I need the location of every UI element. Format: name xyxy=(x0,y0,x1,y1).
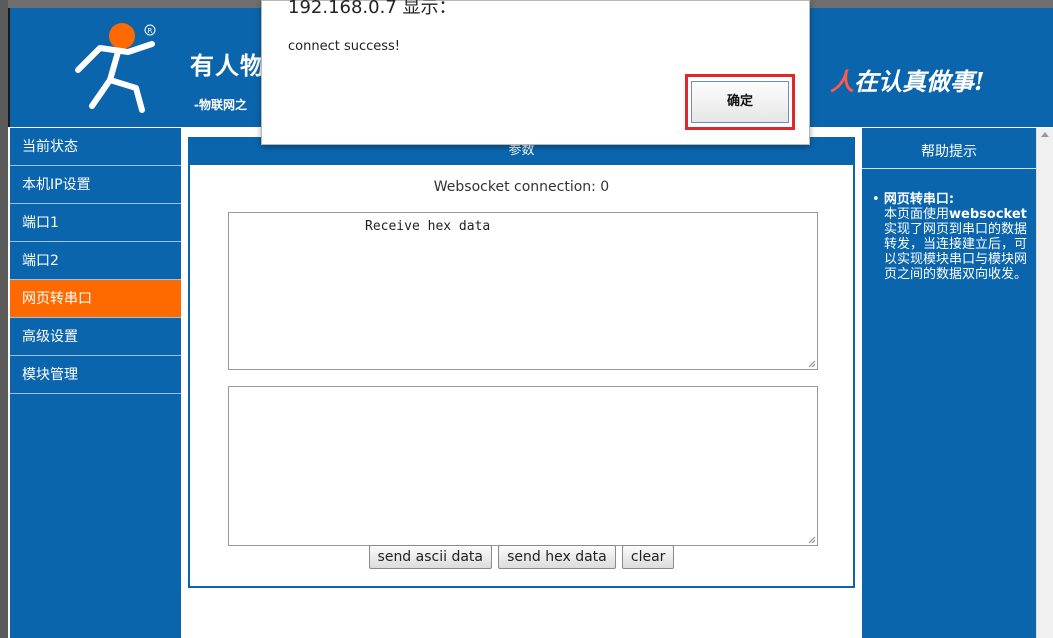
send-hex-button[interactable]: send hex data xyxy=(498,545,616,569)
help-panel: 帮助提示 • 网页转串口: 本页面使用websocket实现了网页到串口的数据转… xyxy=(862,128,1036,638)
dialog-title: 192.168.0.7 显示： xyxy=(288,0,457,18)
help-text: 本页面使用websocket实现了网页到串口的数据转发，当连接建立后，可以实现模… xyxy=(884,207,1028,282)
resize-grip-icon[interactable] xyxy=(806,534,816,544)
help-body: • 网页转串口: 本页面使用websocket实现了网页到串口的数据转发，当连接… xyxy=(872,192,1032,282)
params-panel: Websocket connection: 0 Receive hex data… xyxy=(188,165,855,588)
scroll-up-arrow-icon[interactable] xyxy=(1041,132,1049,137)
slogan-red: 人 xyxy=(830,67,854,96)
help-item-title: • 网页转串口: xyxy=(872,192,955,207)
logo-running-man-icon: R xyxy=(75,23,156,113)
sidebar-item-advanced[interactable]: 高级设置 xyxy=(10,318,181,356)
company-tagline: -物联网之 xyxy=(194,98,247,112)
ok-button[interactable]: 确定 xyxy=(691,81,789,123)
slogan: 人在认真做事! xyxy=(830,62,985,97)
sidebar-item-ip-settings[interactable]: 本机IP设置 xyxy=(10,166,181,204)
svg-text:R: R xyxy=(148,27,153,35)
sidebar-item-web-to-serial[interactable]: 网页转串口 xyxy=(10,280,181,318)
browser-frame-left xyxy=(0,0,8,638)
receive-textarea[interactable]: Receive hex data xyxy=(228,212,818,370)
sidebar-item-module-management[interactable]: 模块管理 xyxy=(10,356,181,394)
alert-dialog: 192.168.0.7 显示： connect success! 确定 xyxy=(261,0,810,145)
sidebar-item-current-status[interactable]: 当前状态 xyxy=(10,128,181,166)
resize-grip-icon[interactable] xyxy=(806,358,816,368)
help-title: 帮助提示 xyxy=(862,136,1036,169)
button-row: send ascii data send hex data clear xyxy=(190,545,853,569)
vertical-scrollbar[interactable] xyxy=(1036,128,1053,638)
send-textarea[interactable] xyxy=(228,386,818,546)
slogan-white: 在认真做事! xyxy=(854,67,985,96)
dialog-message: connect success! xyxy=(288,39,401,54)
sidebar-item-port1[interactable]: 端口1 xyxy=(10,204,181,242)
sidebar-item-port2[interactable]: 端口2 xyxy=(10,242,181,280)
company-name: 有人物 xyxy=(190,51,265,80)
sidebar-nav: 当前状态 本机IP设置 端口1 端口2 网页转串口 高级设置 模块管理 xyxy=(10,128,181,638)
receive-text: Receive hex data xyxy=(365,219,491,234)
websocket-status: Websocket connection: 0 xyxy=(433,179,610,195)
send-ascii-button[interactable]: send ascii data xyxy=(368,545,492,569)
clear-button[interactable]: clear xyxy=(621,545,675,569)
